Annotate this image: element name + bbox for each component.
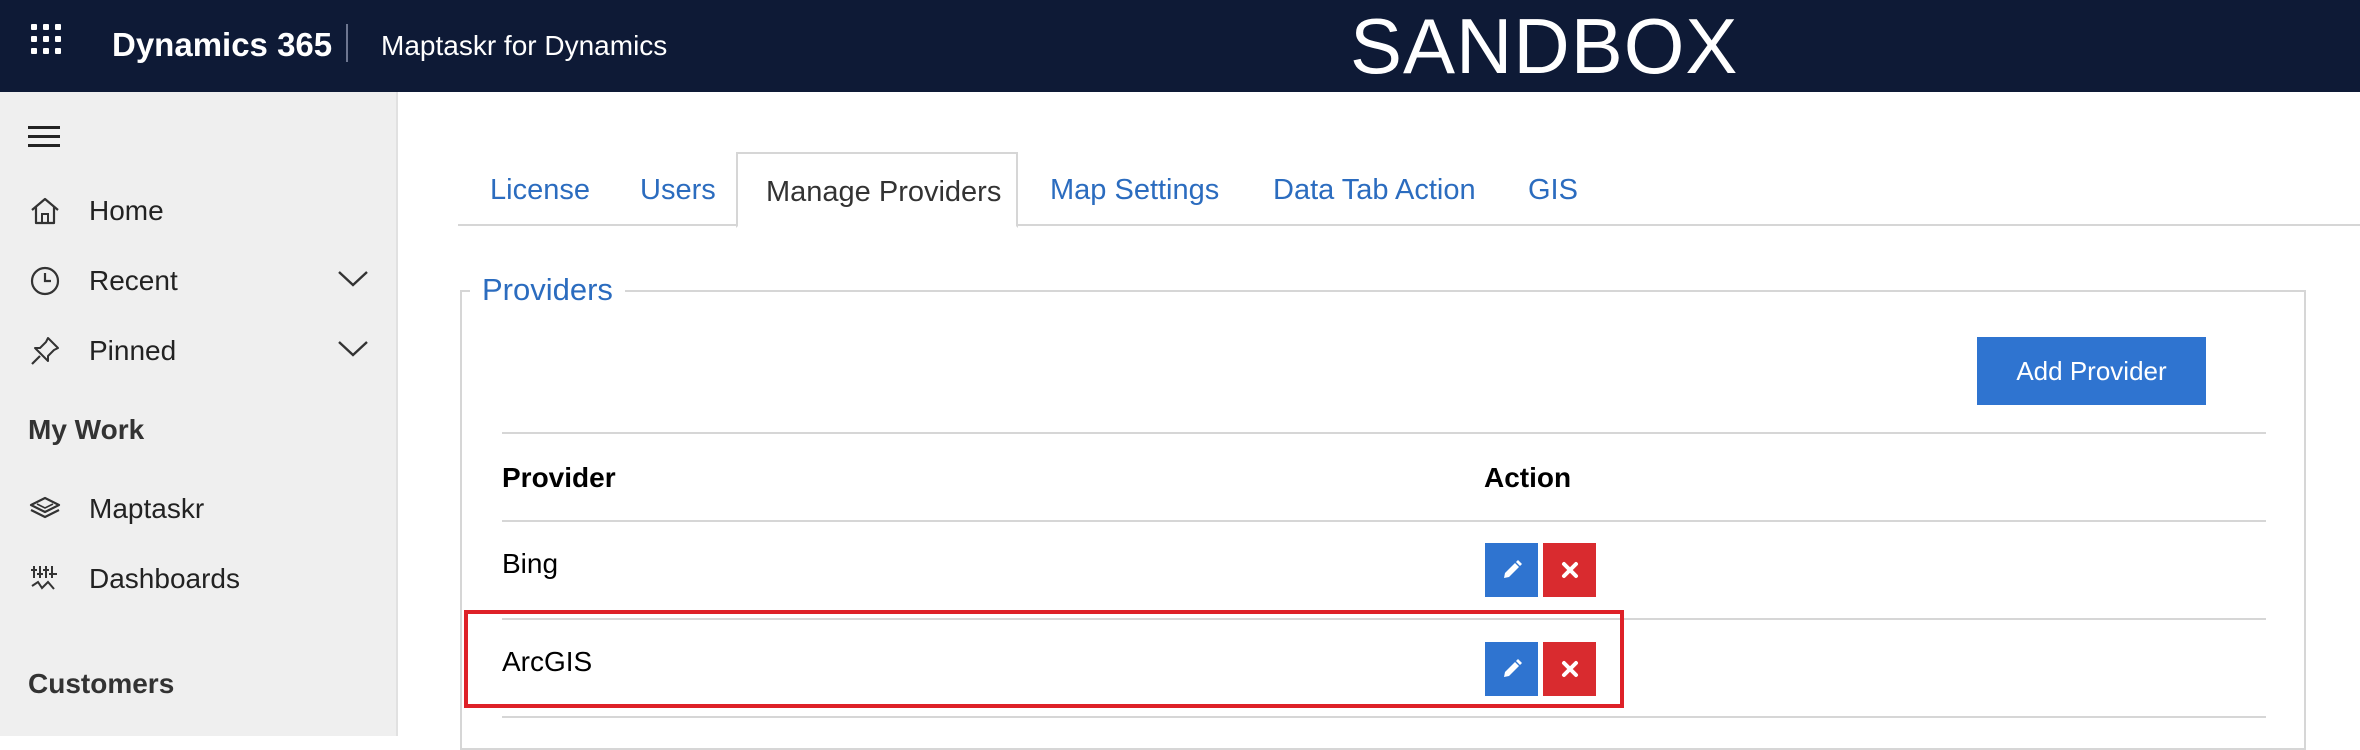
tab-gis[interactable]: GIS bbox=[1528, 152, 1578, 226]
home-icon bbox=[31, 197, 59, 225]
delete-button[interactable] bbox=[1543, 543, 1596, 597]
edit-button[interactable] bbox=[1485, 543, 1538, 597]
chevron-down-icon[interactable] bbox=[336, 336, 370, 360]
clock-icon bbox=[30, 266, 60, 296]
close-icon bbox=[1561, 562, 1578, 578]
layers-icon bbox=[29, 496, 61, 519]
tab-map-settings[interactable]: Map Settings bbox=[1050, 152, 1219, 226]
section-my-work: My Work bbox=[28, 414, 145, 445]
sidebar-item-label: Home bbox=[89, 195, 164, 226]
app-name[interactable]: Maptaskr for Dynamics bbox=[381, 30, 667, 62]
provider-name: Bing bbox=[502, 548, 559, 579]
table-divider bbox=[502, 432, 2266, 434]
tab-users[interactable]: Users bbox=[640, 152, 716, 226]
sidebar-item-dashboards[interactable]: Dashboards bbox=[0, 548, 398, 608]
chevron-down-icon[interactable] bbox=[336, 266, 370, 290]
sidebar: Home Recent Pinned My Work Maptaskr Dash… bbox=[0, 92, 398, 736]
sidebar-item-home[interactable]: Home bbox=[0, 180, 398, 240]
section-customers: Customers bbox=[28, 668, 175, 699]
environment-label: SANDBOX bbox=[1350, 2, 1739, 90]
add-provider-button[interactable]: Add Provider bbox=[1977, 337, 2206, 405]
sidebar-item-label: Dashboards bbox=[89, 563, 240, 594]
tab-data-tab-action[interactable]: Data Tab Action bbox=[1273, 152, 1476, 226]
brand-title[interactable]: Dynamics 365 bbox=[112, 26, 332, 64]
highlight-box bbox=[464, 610, 1624, 708]
menu-toggle-icon[interactable] bbox=[28, 126, 60, 148]
sidebar-item-label: Recent bbox=[89, 265, 178, 296]
sidebar-item-maptaskr[interactable]: Maptaskr bbox=[0, 478, 398, 538]
brand-divider bbox=[346, 24, 348, 62]
pencil-icon bbox=[1503, 560, 1522, 578]
sidebar-item-label: Pinned bbox=[89, 335, 177, 366]
sidebar-item-label: Maptaskr bbox=[89, 493, 205, 524]
providers-legend: Providers bbox=[470, 272, 625, 308]
sidebar-item-pinned[interactable]: Pinned bbox=[0, 320, 398, 380]
sidebar-item-recent[interactable]: Recent bbox=[0, 250, 398, 310]
table-divider bbox=[502, 716, 2266, 718]
column-header-action: Action bbox=[1484, 462, 1572, 493]
app-launcher-icon[interactable] bbox=[31, 24, 63, 56]
table-divider bbox=[502, 520, 2266, 522]
tab-license[interactable]: License bbox=[490, 152, 590, 226]
column-header-provider: Provider bbox=[502, 462, 616, 493]
settings-tabs: License Users Manage Providers Map Setti… bbox=[458, 152, 2360, 228]
tab-manage-providers[interactable]: Manage Providers bbox=[736, 152, 1018, 228]
dashboard-icon bbox=[31, 566, 57, 590]
pin-icon bbox=[31, 337, 59, 365]
top-bar: Dynamics 365 Maptaskr for Dynamics SANDB… bbox=[0, 0, 2360, 92]
